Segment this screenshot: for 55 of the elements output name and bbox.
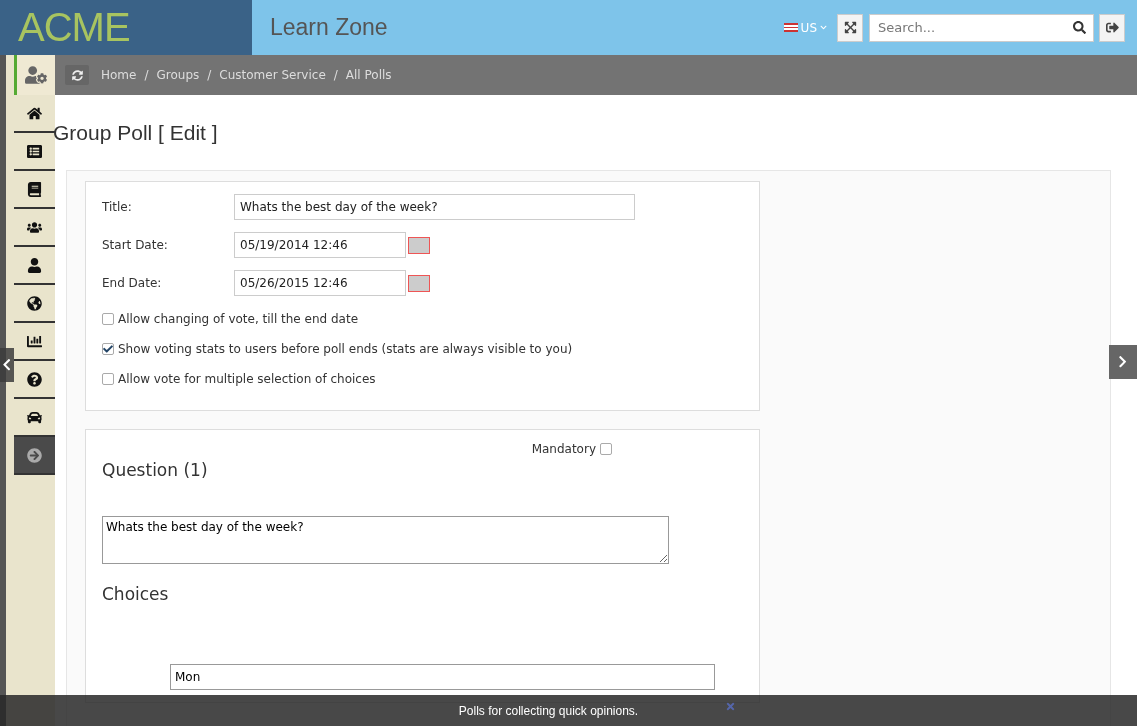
date-field[interactable]: 05/26/2015 12:46 [234, 270, 406, 296]
breadcrumb-link[interactable]: Home [101, 68, 137, 82]
collapse-button[interactable] [0, 348, 14, 382]
home-icon [27, 105, 42, 121]
date-field[interactable]: 05/19/2014 12:46 [234, 232, 406, 258]
breadcrumb-separator: / [207, 68, 212, 82]
sign-out-icon [1105, 21, 1119, 34]
breadcrumb-link[interactable]: All Polls [345, 68, 392, 82]
book-icon [27, 181, 42, 197]
checkbox[interactable] [102, 343, 114, 355]
logo: ACME [18, 5, 130, 50]
list-icon [27, 143, 42, 159]
question-heading: Question (1) [102, 460, 209, 480]
option-label: Allow vote for multiple selection of choices [118, 372, 376, 386]
option-label: Allow changing of vote, till the end date [118, 312, 359, 326]
calendar-icon[interactable] [408, 274, 430, 292]
user-icon [27, 257, 42, 273]
refresh-button[interactable] [65, 65, 89, 85]
notice-text: Polls for collecting quick opinions. [458, 703, 639, 718]
arrow-right-icon [27, 447, 42, 463]
breadcrumb-link[interactable]: Customer Service [219, 68, 326, 82]
field-label: Start Date: [102, 238, 169, 252]
fullscreen-button[interactable] [837, 13, 863, 42]
option-label: Show voting stats to users before poll ends (stats are always visible to you) [118, 342, 573, 356]
question-icon [27, 371, 42, 387]
question-text-field[interactable]: Whats the best day of the week? [102, 516, 669, 564]
expand-icon [843, 21, 857, 34]
chevron-down-icon [820, 24, 827, 31]
checkbox[interactable] [102, 373, 114, 385]
page-title: Group Poll [ Edit ] [53, 121, 219, 145]
checkbox[interactable] [102, 313, 114, 325]
flag-icon [783, 23, 798, 32]
bar-chart-icon [27, 333, 42, 349]
breadcrumb-link[interactable]: Groups [156, 68, 200, 82]
mandatory-label: Mandatory [531, 442, 596, 456]
search-field[interactable]: Search... [869, 13, 1094, 42]
refresh-icon [71, 69, 83, 81]
field-label: End Date: [102, 276, 163, 290]
input-field[interactable]: Whats the best day of the week? [234, 194, 635, 220]
users-icon [27, 219, 42, 235]
car-icon [27, 409, 42, 425]
close-icon [725, 701, 736, 712]
globe-icon [27, 295, 42, 311]
choices-heading: Choices [102, 584, 170, 604]
breadcrumb-separator: / [333, 68, 338, 82]
search-icon [1073, 20, 1086, 34]
avatar-icon[interactable] [14, 55, 55, 95]
calendar-icon[interactable] [408, 236, 430, 254]
next-button[interactable] [1109, 345, 1137, 379]
choice-field[interactable]: Mon [170, 664, 715, 690]
logout-button[interactable] [1099, 13, 1125, 42]
app-title: Learn Zone [270, 14, 389, 41]
breadcrumb-separator: / [144, 68, 149, 82]
field-label: Title: [102, 200, 133, 214]
checkbox[interactable] [600, 443, 612, 455]
